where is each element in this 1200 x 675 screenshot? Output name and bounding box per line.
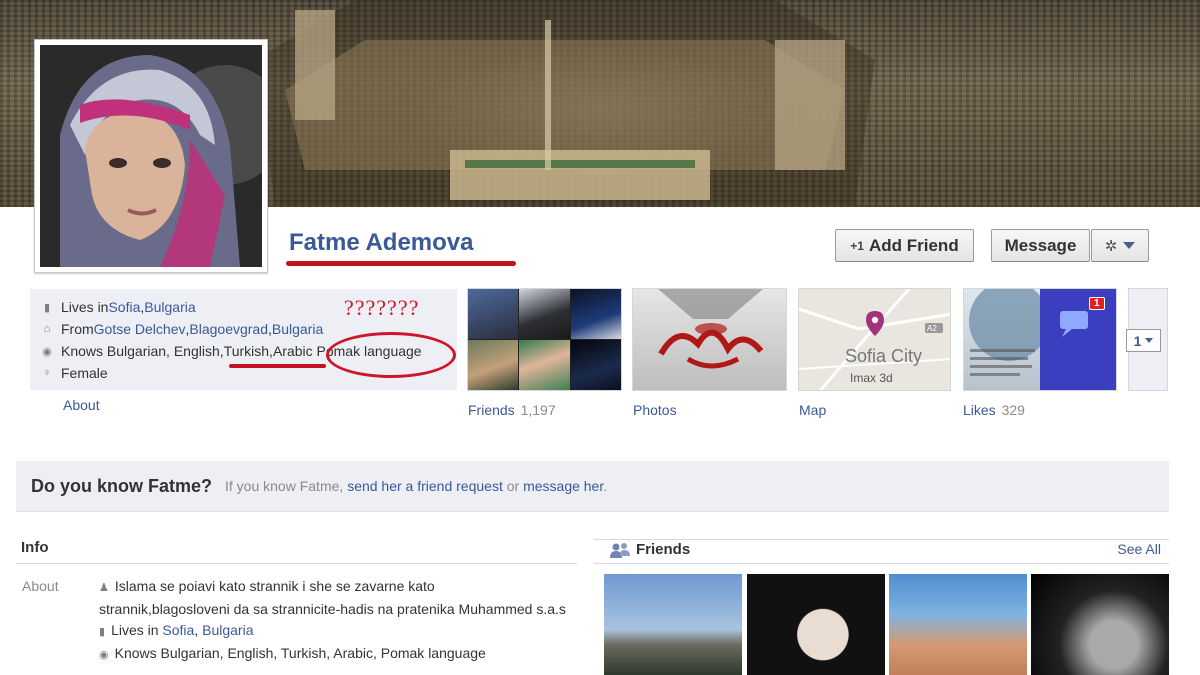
friend-thumb	[519, 340, 570, 390]
more-apps-count: 1	[1133, 332, 1142, 349]
add-friend-label: Add Friend	[868, 235, 959, 255]
knows-turkish: Turkish	[223, 343, 270, 359]
building-icon: ▮	[99, 626, 106, 638]
message-her-link[interactable]: message her	[523, 478, 603, 494]
profile-picture[interactable]	[34, 39, 268, 273]
likes-label: Likes	[963, 402, 996, 418]
profile-name[interactable]: Fatme Ademova	[289, 229, 474, 257]
about-lives-sep: ,	[194, 622, 203, 638]
settings-dropdown-button[interactable]: ✲	[1091, 229, 1149, 262]
see-all-friends-link[interactable]: See All	[1117, 541, 1161, 557]
building-icon: ▮	[43, 301, 51, 314]
message-button[interactable]: Message	[991, 229, 1090, 262]
about-lives-city-link[interactable]: Sofia	[162, 622, 194, 638]
friends-thumbnail[interactable]	[467, 288, 622, 391]
from-region-link[interactable]: Blagoevgrad	[189, 321, 268, 337]
about-lives-prefix: Lives in	[111, 622, 163, 638]
map-label: Map	[799, 402, 827, 418]
map-tab-label[interactable]: Map	[799, 402, 826, 418]
banner-text-mid: or	[502, 478, 524, 494]
lives-city-link[interactable]: Sofia	[108, 299, 140, 315]
likes-count: 329	[1001, 402, 1025, 418]
about-lives-country-link[interactable]: Bulgaria	[202, 622, 253, 638]
likes-page-image	[969, 289, 1049, 376]
friend-thumb	[570, 289, 621, 339]
banner-title: Do you know Fatme?	[31, 475, 213, 496]
map-thumbnail[interactable]: A2 Sofia City Imax 3d	[798, 288, 951, 391]
globe-icon: ◉	[99, 649, 109, 661]
map-road-label: A2	[927, 324, 937, 333]
gender-value: Female	[61, 365, 108, 381]
add-friend-button[interactable]: +1 Add Friend	[835, 229, 974, 262]
send-friend-request-link[interactable]: send her a friend request	[347, 478, 503, 494]
person-icon: ♟	[99, 582, 109, 594]
friend-thumb	[570, 340, 621, 390]
chevron-down-icon	[1145, 338, 1154, 343]
add-friend-icon: +1	[850, 238, 864, 253]
more-apps-dropdown[interactable]: 1	[1126, 329, 1161, 352]
profile-photo-image	[40, 45, 262, 267]
friends-section-label: Friends	[636, 541, 691, 558]
globe-icon: ◉	[42, 345, 52, 358]
knows-arabic: Arabic	[272, 343, 313, 359]
map-image: A2 Sofia City Imax 3d	[799, 289, 950, 390]
friend-thumb	[468, 289, 519, 339]
info-section-header: Info	[16, 539, 577, 564]
from-city-link[interactable]: Gotse Delchev	[94, 321, 186, 337]
from-country-link[interactable]: Bulgaria	[272, 321, 323, 337]
likes-tab-label[interactable]: Likes 329	[963, 402, 1025, 418]
message-label: Message	[1004, 235, 1077, 255]
photos-tab-label[interactable]: Photos	[633, 402, 677, 418]
likes-thumbnail[interactable]: 1	[963, 288, 1117, 391]
map-city-label: Sofia City	[845, 346, 922, 366]
annotation-circle-pomak	[326, 332, 456, 378]
calligraphy-image	[658, 289, 764, 369]
gear-icon: ✲	[1104, 237, 1118, 255]
friends-icon	[610, 542, 630, 558]
friend-photo-4[interactable]	[1031, 574, 1169, 675]
about-knows-text: Knows Bulgarian, English, Turkish, Arabi…	[114, 645, 486, 661]
friends-count: 1,197	[520, 402, 556, 418]
lives-country-link[interactable]: Bulgaria	[144, 299, 195, 315]
about-link[interactable]: About	[63, 397, 100, 413]
info-about-label: About	[22, 578, 59, 594]
friend-thumb	[519, 289, 570, 339]
lives-prefix: Lives in	[61, 299, 109, 315]
about-languages: ◉ Knows Bulgarian, English, Turkish, Arab…	[99, 643, 569, 666]
friend-thumb	[468, 340, 519, 390]
notification-overlay: 1	[1040, 289, 1116, 390]
friend-photo-2[interactable]	[747, 574, 885, 675]
friends-tab-label[interactable]: Friends 1,197	[468, 402, 556, 418]
gender-icon: ♀	[42, 367, 52, 379]
do-you-know-banner: Do you know Fatme? If you know Fatme, se…	[16, 461, 1169, 512]
chevron-down-icon	[1123, 242, 1136, 249]
from-prefix: From	[61, 321, 94, 337]
friend-photo-1[interactable]	[604, 574, 742, 675]
intro-from: ⌂ From Gotse Delchev, Blagoevgrad, Bulga…	[40, 319, 324, 339]
friends-label: Friends	[468, 402, 515, 418]
notification-badge: 1	[1089, 297, 1105, 310]
photos-label: Photos	[633, 402, 677, 418]
banner-text-end: .	[603, 478, 608, 494]
annotation-underline-name	[286, 261, 516, 266]
banner-text-prefix: If you know Fatme,	[225, 478, 348, 494]
photos-thumbnail[interactable]	[632, 288, 787, 391]
house-icon: ⌂	[43, 323, 51, 335]
chat-bubble-icon	[1060, 311, 1088, 337]
friends-section-header: Friends See All	[594, 539, 1169, 564]
banner-text: If you know Fatme, send her a friend req…	[225, 478, 607, 494]
annotation-underline-turkish-arabic	[229, 364, 326, 368]
about-bio: ♟ Islama se poiavi kato strannik i she se…	[99, 576, 569, 620]
friends-section-title: Friends	[610, 541, 690, 558]
about-bio-text: Islama se poiavi kato strannik i she se …	[99, 578, 566, 617]
map-place-label: Imax 3d	[850, 371, 893, 385]
friend-photo-3[interactable]	[889, 574, 1027, 675]
about-lives-in: ▮ Lives in Sofia, Bulgaria	[99, 620, 569, 643]
knows-prefix: Knows Bulgarian, English,	[61, 343, 224, 359]
annotation-question-marks: ???????	[344, 295, 420, 320]
intro-gender: ♀ Female	[40, 363, 108, 383]
mosque-cover-image	[255, 0, 875, 205]
intro-lives-in: ▮ Lives in Sofia, Bulgaria	[40, 297, 196, 317]
info-about-content: ♟ Islama se poiavi kato strannik i she se…	[99, 576, 569, 666]
